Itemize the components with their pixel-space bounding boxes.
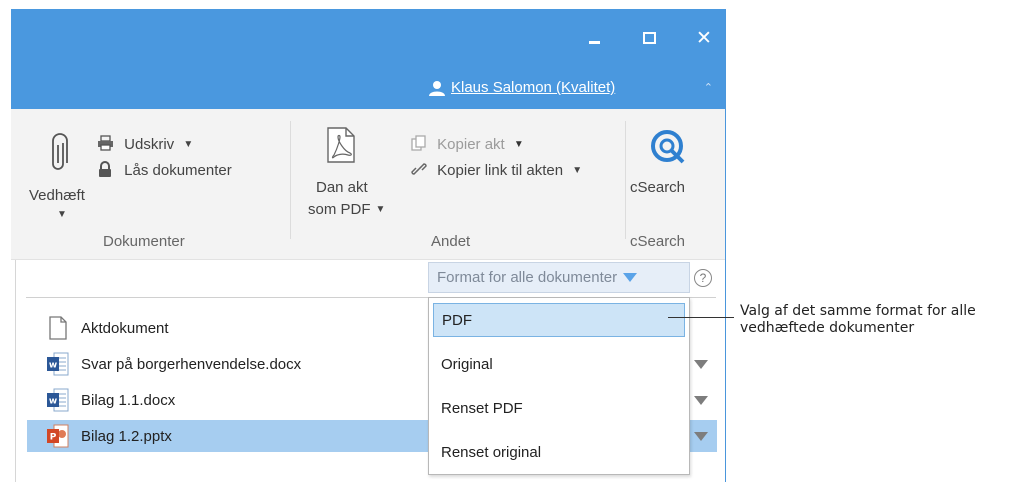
- copy-link-button[interactable]: Kopier link til akten ▼: [411, 161, 582, 179]
- document-icon: [49, 316, 67, 340]
- print-label: Udskriv: [124, 136, 175, 153]
- app-window: ✕ Klaus Salomon (Kvalitet) ⌃ Vedhæft ▼ U…: [11, 9, 726, 482]
- format-all-label: Format for alle dokumenter: [437, 269, 618, 286]
- panel-border: [15, 260, 16, 482]
- create-pdf-label-line2-wrap: som PDF ▼: [308, 201, 385, 218]
- attach-button[interactable]: Vedhæft ▼: [27, 117, 85, 227]
- link-icon: [411, 163, 427, 175]
- format-options-menu: PDF Original Renset PDF Renset original: [428, 297, 690, 475]
- callout-line-1: Valg af det samme format for alle: [740, 303, 976, 319]
- callout-line-2: vedhæftede dokumenter: [740, 320, 915, 336]
- svg-text:w: w: [49, 361, 57, 371]
- format-all-dropdown[interactable]: Format for alle dokumenter: [428, 262, 690, 293]
- callout-line: [668, 317, 734, 318]
- svg-text:w: w: [49, 397, 57, 407]
- group-label-andet: Andet: [431, 233, 471, 250]
- user-name-link[interactable]: Klaus Salomon (Kvalitet): [451, 79, 615, 96]
- attach-dropdown-arrow: ▼: [57, 209, 67, 220]
- copy-link-label: Kopier link til akten: [437, 162, 564, 179]
- create-pdf-button[interactable]: Dan akt som PDF ▼: [306, 127, 385, 237]
- group-label-csearch: cSearch: [630, 233, 686, 250]
- row-format-dropdown[interactable]: [694, 360, 708, 369]
- callout-annotation: Valg af det samme format for alle vedhæf…: [740, 303, 976, 337]
- ribbon-separator: [625, 121, 626, 239]
- group-label-dokumenter: Dokumenter: [103, 233, 185, 250]
- lock-documents-button[interactable]: Lås dokumenter: [97, 161, 232, 179]
- print-button[interactable]: Udskriv ▼: [97, 135, 193, 153]
- attach-label: Vedhæft: [29, 187, 85, 204]
- create-pdf-label-line1: Dan akt: [316, 179, 368, 196]
- row-format-dropdown[interactable]: [694, 432, 708, 441]
- dropdown-arrow-icon: [623, 273, 638, 282]
- copy-akt-button[interactable]: Kopier akt ▼: [411, 135, 524, 153]
- close-button[interactable]: ✕: [689, 23, 719, 53]
- menu-item-renset-original[interactable]: Renset original: [433, 435, 685, 469]
- menu-item-renset-pdf[interactable]: Renset PDF: [433, 391, 685, 425]
- row-format-dropdown[interactable]: [694, 396, 708, 405]
- menu-item-label: PDF: [442, 311, 472, 329]
- copy-icon: [411, 135, 426, 151]
- word-icon: w: [47, 388, 69, 412]
- print-dropdown-arrow: ▼: [183, 139, 194, 150]
- copy-akt-dropdown-arrow: ▼: [513, 139, 524, 150]
- menu-item-original[interactable]: Original: [433, 347, 685, 381]
- maximize-button[interactable]: [634, 23, 664, 53]
- copy-akt-label: Kopier akt: [437, 136, 505, 153]
- svg-text:P: P: [50, 433, 57, 443]
- minimize-icon: [588, 40, 600, 44]
- lock-label: Lås dokumenter: [124, 162, 232, 179]
- word-icon: w: [47, 352, 69, 376]
- user-icon: [429, 80, 445, 96]
- menu-item-pdf[interactable]: PDF: [433, 303, 685, 337]
- menu-item-label: Renset PDF: [441, 399, 523, 417]
- printer-icon: [98, 135, 113, 151]
- user-account[interactable]: Klaus Salomon (Kvalitet): [429, 79, 615, 96]
- help-button[interactable]: ?: [694, 269, 712, 287]
- close-icon: ✕: [696, 27, 712, 49]
- title-bar: ✕ Klaus Salomon (Kvalitet) ⌃: [11, 9, 725, 109]
- ribbon: Vedhæft ▼ Udskriv ▼ Lås dokumenter Dokum…: [11, 109, 725, 260]
- list-item-name: Aktdokument: [81, 319, 169, 337]
- list-item-name: Svar på borgerhenvendelse.docx: [81, 355, 302, 373]
- menu-item-label: Original: [441, 355, 493, 373]
- create-pdf-dropdown-arrow: ▼: [375, 204, 386, 215]
- attachments-panel: Format for alle dokumenter ? Aktdokument…: [11, 260, 725, 482]
- minimize-button[interactable]: [579, 23, 609, 53]
- maximize-icon: [642, 32, 656, 44]
- menu-item-label: Renset original: [441, 443, 542, 461]
- ribbon-separator: [290, 121, 291, 239]
- copy-link-dropdown-arrow: ▼: [572, 165, 583, 176]
- collapse-ribbon-button[interactable]: ⌃: [704, 81, 713, 94]
- chevron-up-icon: ⌃: [703, 82, 713, 94]
- pdf-file-icon: [327, 127, 355, 163]
- create-pdf-label-line2: som PDF: [308, 201, 371, 218]
- csearch-icon: [651, 130, 685, 164]
- powerpoint-icon: P: [47, 424, 69, 448]
- help-icon: ?: [699, 271, 707, 285]
- list-item-name: Bilag 1.1.docx: [81, 391, 176, 409]
- csearch-button-label: cSearch: [630, 179, 686, 196]
- lock-icon: [99, 161, 111, 177]
- paperclip-icon: [52, 133, 68, 170]
- csearch-button[interactable]: cSearch: [630, 129, 710, 209]
- list-item-name: Bilag 1.2.pptx: [81, 427, 172, 445]
